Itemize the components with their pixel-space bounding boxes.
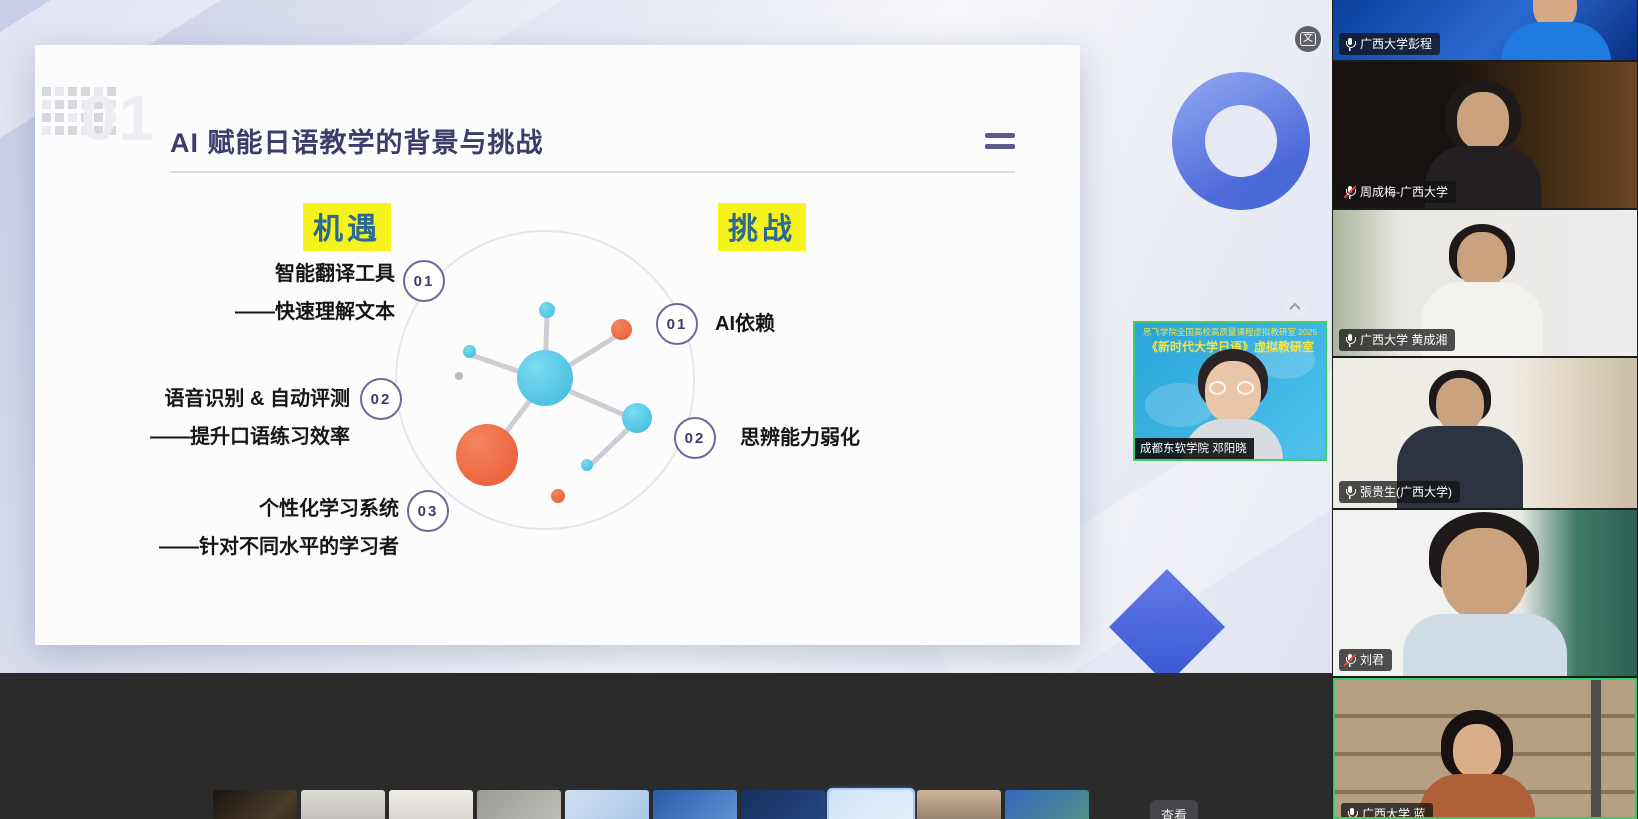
- mic-icon: [1346, 807, 1358, 819]
- speaker-name-tag: 成都东软学院 邓阳晓: [1135, 438, 1254, 459]
- participant-name: 广西大学 蓝: [1362, 805, 1425, 819]
- participant-body: [1419, 774, 1535, 819]
- video-filmstrip: [213, 790, 1089, 819]
- filmstrip-thumbnail-selected[interactable]: [829, 790, 913, 819]
- participants-sidebar: 广西大学彭程 周成梅-广西大学 广西大学 黄成湘: [1332, 0, 1638, 819]
- participant-name: 刘君: [1360, 651, 1384, 668]
- view-button[interactable]: 查看: [1150, 800, 1198, 819]
- filmstrip-thumbnail[interactable]: [565, 790, 649, 819]
- opportunity-number-1: 01: [403, 260, 445, 302]
- ocr-capture-icon: 文: [1300, 32, 1316, 46]
- challenges-heading: 挑战: [718, 203, 806, 251]
- mic-muted-icon: [1344, 653, 1356, 667]
- participant-name: 广西大学彭程: [1360, 35, 1432, 52]
- shared-screen-stage: 01 AI 赋能日语教学的背景与挑战 机遇 挑战: [0, 0, 1332, 673]
- participant-name-chip: 刘君: [1339, 649, 1392, 671]
- opportunity-item-2: 语音识别 & 自动评测 ——提升口语练习效率: [150, 380, 350, 456]
- opportunity-item-3: 个性化学习系统 ——针对不同水平的学习者: [159, 490, 399, 566]
- participant-tile[interactable]: 广西大学 黄成湘: [1333, 210, 1637, 356]
- participant-face: [1457, 92, 1509, 150]
- slide-title: AI 赋能日语教学的背景与挑战: [170, 121, 544, 160]
- network-node-gray-dot: [455, 372, 463, 380]
- network-node-orange-large: [456, 424, 518, 486]
- filmstrip-thumbnail[interactable]: [477, 790, 561, 819]
- mic-muted-icon: [1344, 185, 1356, 199]
- participant-tile[interactable]: 刘君: [1333, 510, 1637, 676]
- participant-tile[interactable]: 張贵生(广西大学): [1333, 358, 1637, 508]
- network-node-cyan-small: [539, 302, 555, 318]
- participant-tile[interactable]: 广西大学彭程: [1333, 0, 1637, 60]
- title-divider: [170, 171, 1015, 173]
- challenge-number-1: 01: [656, 303, 698, 345]
- participant-name-chip: 周成梅-广西大学: [1339, 181, 1456, 203]
- challenge-number-2: 02: [674, 417, 716, 459]
- participant-body: [1403, 614, 1567, 676]
- mic-icon: [1344, 333, 1356, 347]
- participant-face: [1453, 724, 1501, 778]
- network-node-cyan-tiny: [463, 345, 476, 358]
- participant-tile-active[interactable]: 广西大学 蓝: [1333, 678, 1637, 819]
- network-node-cyan-hub: [517, 350, 573, 406]
- chevron-up-icon: [1289, 302, 1300, 313]
- scroll-up-button[interactable]: [1283, 295, 1306, 318]
- participant-name-chip: 广西大学 蓝: [1341, 803, 1433, 819]
- menu-bars-icon: [985, 133, 1015, 155]
- filmstrip-thumbnail[interactable]: [213, 790, 297, 819]
- participant-name: 周成梅-广西大学: [1360, 183, 1448, 200]
- filmstrip-thumbnail[interactable]: [917, 790, 1001, 819]
- participant-face: [1441, 528, 1527, 620]
- network-node-cyan-dot: [581, 459, 593, 471]
- opportunities-heading: 机遇: [303, 203, 391, 251]
- challenge-item-1: AI依赖: [715, 310, 775, 338]
- participant-face: [1457, 232, 1507, 288]
- section-number: 01: [81, 81, 156, 155]
- tripod-pole: [1591, 680, 1601, 817]
- challenge-item-2: 思辨能力弱化: [740, 424, 860, 452]
- filmstrip-thumbnail[interactable]: [741, 790, 825, 819]
- meeting-window: 01 AI 赋能日语教学的背景与挑战 机遇 挑战: [0, 0, 1638, 819]
- opportunity-item-1: 智能翻译工具 ——快速理解文本: [235, 255, 395, 331]
- mic-icon: [1344, 37, 1356, 51]
- network-node-orange-dot: [551, 489, 565, 503]
- glasses-icon: [1237, 381, 1254, 395]
- presentation-slide: 01 AI 赋能日语教学的背景与挑战 机遇 挑战: [35, 45, 1080, 645]
- opportunity-number-3: 03: [407, 490, 449, 532]
- filmstrip-thumbnail[interactable]: [1005, 790, 1089, 819]
- mic-icon: [1344, 485, 1356, 499]
- decor-blue-ring: [1154, 54, 1328, 228]
- filmstrip-thumbnail[interactable]: [301, 790, 385, 819]
- participant-name: 广西大学 黄成湘: [1360, 331, 1447, 348]
- participant-tile[interactable]: 周成梅-广西大学: [1333, 62, 1637, 208]
- virtual-bg-banner-line1: 思飞学院全国高校高质量课程虚拟教研室 2025: [1135, 326, 1325, 338]
- filmstrip-thumbnail[interactable]: [653, 790, 737, 819]
- opportunity-number-2: 02: [360, 378, 402, 420]
- bottom-bar: 查看: [0, 673, 1332, 819]
- glasses-icon: [1209, 381, 1226, 395]
- participant-face: [1436, 378, 1484, 432]
- speaker-video-overlay[interactable]: 思飞学院全国高校高质量课程虚拟教研室 2025 《新时代大学日语》虚拟教研室 成…: [1133, 321, 1327, 461]
- ocr-capture-button[interactable]: 文: [1295, 26, 1321, 52]
- network-node-cyan-medium: [622, 403, 652, 433]
- participant-name: 張贵生(广西大学): [1360, 483, 1452, 500]
- participant-body: [1501, 22, 1611, 60]
- filmstrip-thumbnail[interactable]: [389, 790, 473, 819]
- network-node-orange-small: [611, 319, 632, 340]
- participant-name-chip: 广西大学 黄成湘: [1339, 329, 1455, 351]
- participant-name-chip: 張贵生(广西大学): [1339, 481, 1460, 503]
- participant-name-chip: 广西大学彭程: [1339, 33, 1440, 55]
